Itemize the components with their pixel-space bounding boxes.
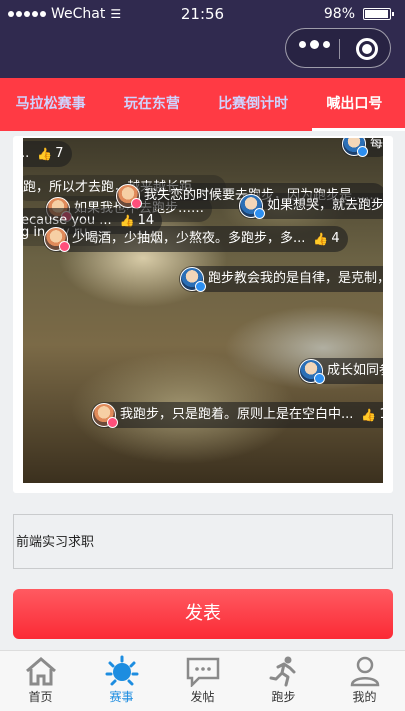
thumbs-up-icon: 👍 <box>37 147 53 161</box>
thumbs-up-icon: 👍 <box>361 408 377 422</box>
miniprogram-capsule <box>285 28 391 68</box>
tabbar-item-home[interactable]: 首页 <box>0 651 81 711</box>
tabbar-item-run[interactable]: 跑步 <box>243 651 324 711</box>
nav-bar <box>0 28 405 78</box>
top-tabs: 马拉松赛事 玩在东营 比赛倒计时 喊出口号 <box>0 78 405 131</box>
danmaku-item: 少喝酒，少抽烟，少熬夜。多跑步，多... 👍 4 <box>43 226 348 252</box>
tab-countdown[interactable]: 比赛倒计时 <box>203 78 304 131</box>
home-icon <box>25 657 56 686</box>
avatar <box>180 267 206 292</box>
tab-slogan[interactable]: 喊出口号 <box>304 78 405 131</box>
avatar <box>239 194 265 219</box>
battery-icon <box>363 8 394 20</box>
avatar <box>92 403 118 428</box>
slogan-input[interactable]: 前端实习求职 <box>13 514 393 569</box>
tab-dongying[interactable]: 玩在东营 <box>101 78 202 131</box>
submit-button[interactable]: 发表 <box>13 589 393 639</box>
avatar <box>299 359 325 384</box>
danmaku-item: 成长如同参 <box>298 358 383 384</box>
profile-icon <box>350 656 379 687</box>
tab-marathon[interactable]: 马拉松赛事 <box>0 78 101 131</box>
danmaku-item: 如果想哭，就去跑步， <box>238 193 383 219</box>
event-icon <box>105 655 138 686</box>
avatar <box>44 227 70 252</box>
danmaku-item: 每 <box>341 138 383 157</box>
tabbar-item-event[interactable]: 赛事 <box>81 651 162 711</box>
tabbar-item-post[interactable]: 发帖 <box>162 651 243 711</box>
video-player[interactable]: .. 👍 7 每 跑，所以才去跑，越来越长距…… 如果我也不去跑步…… 我失恋的… <box>23 138 383 483</box>
video-card: .. 👍 7 每 跑，所以才去跑，越来越长距…… 如果我也不去跑步…… 我失恋的… <box>13 136 393 493</box>
post-icon <box>186 657 219 687</box>
tabbar-item-profile[interactable]: 我的 <box>324 651 405 711</box>
bottom-tab-bar: 首页 赛事 发帖 跑步 我的 <box>0 650 405 711</box>
thumbs-up-icon: 👍 <box>313 232 329 246</box>
danmaku-item: 我跑步，只是跑着。原则上是在空白中... 👍 14 <box>91 402 383 428</box>
close-icon[interactable] <box>356 38 378 60</box>
battery-percent: 98% <box>323 6 355 22</box>
capsule-divider <box>339 39 340 59</box>
status-bar: WeChat ☰ 21:56 98% <box>0 0 405 28</box>
avatar <box>342 138 368 157</box>
avatar <box>116 184 142 209</box>
run-icon <box>269 656 295 687</box>
more-icon[interactable] <box>299 40 330 49</box>
danmaku-item: 跑步教会我的是自律，是克制， <box>179 266 383 292</box>
danmaku-item: .. 👍 7 <box>23 141 72 167</box>
